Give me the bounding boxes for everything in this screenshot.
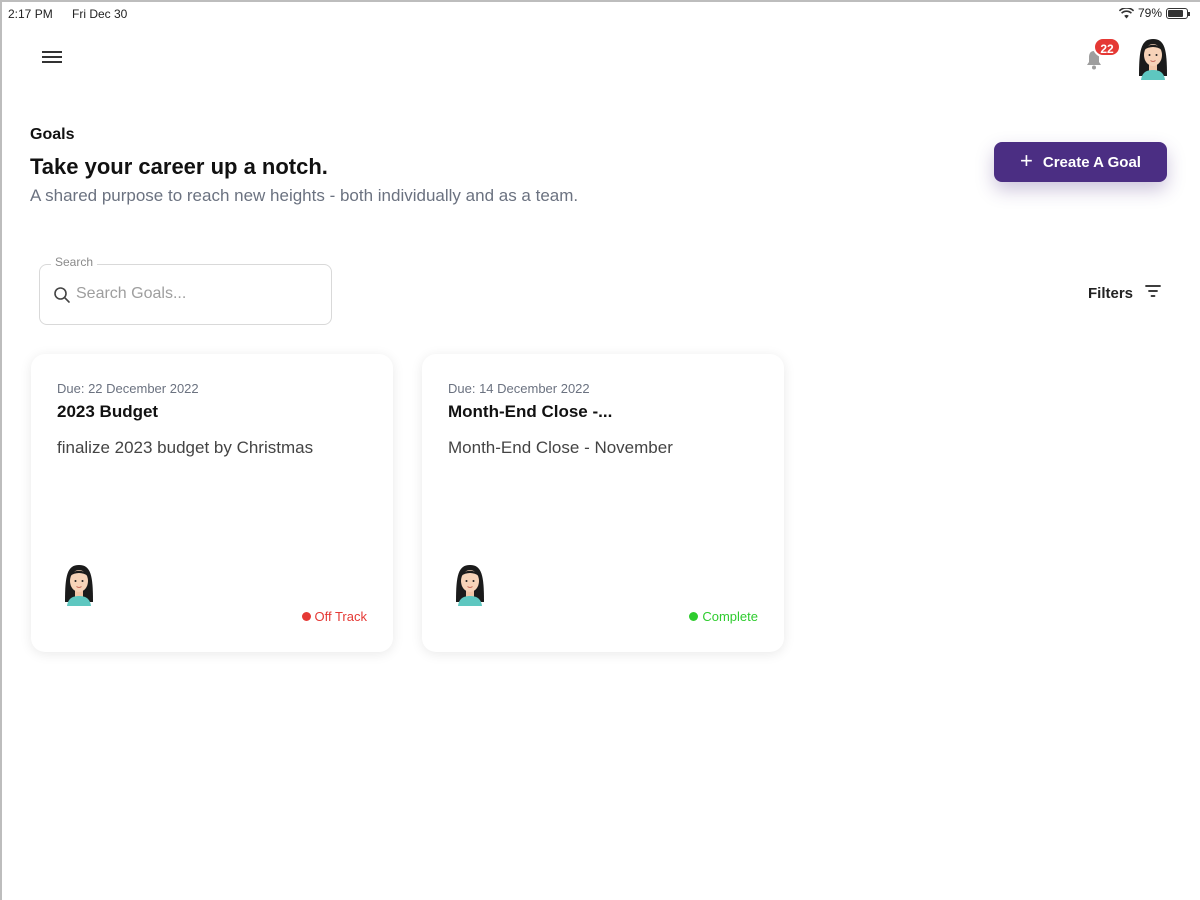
battery-percent: 79% <box>1137 6 1162 20</box>
filters-label: Filters <box>1088 284 1134 302</box>
goal-title: 2023 Budget <box>57 402 159 421</box>
status-time: 2:17 PM <box>8 7 53 21</box>
page-subtitle: A shared purpose to reach new heights - … <box>30 186 579 205</box>
plus-icon: + <box>1020 148 1033 173</box>
filter-icon <box>1145 284 1161 302</box>
goal-status: Complete <box>689 609 758 624</box>
goal-status: Off Track <box>301 609 368 624</box>
menu-line <box>42 61 62 63</box>
search-input[interactable] <box>76 280 316 308</box>
goal-description: Month-End Close - November <box>448 438 673 457</box>
goal-due-date: Due: 22 December 2022 <box>57 381 199 396</box>
filters-button[interactable]: Filters <box>1088 284 1161 302</box>
page-title: Take your career up a notch. <box>30 154 328 179</box>
page-label: Goals <box>30 126 75 143</box>
create-goal-button[interactable]: + Create A Goal <box>994 142 1167 182</box>
status-bar: 2:17 PM Fri Dec 30 79% <box>2 2 1200 26</box>
goal-due-date: Due: 14 December 2022 <box>448 381 590 396</box>
goal-status-label: Complete <box>702 609 758 624</box>
app-screen: 2:17 PM Fri Dec 30 79% 22 Goals Take you… <box>0 0 1200 900</box>
create-goal-label: Create A Goal <box>1042 153 1141 171</box>
goal-description: finalize 2023 budget by Christmas <box>57 438 314 457</box>
battery-icon <box>1166 7 1190 19</box>
status-right: 79% <box>1118 6 1190 20</box>
status-date: Fri Dec 30 <box>72 7 128 21</box>
goal-title: Month-End Close -... <box>448 402 613 421</box>
menu-icon[interactable] <box>40 48 64 68</box>
profile-avatar[interactable] <box>1135 36 1171 80</box>
goal-owner-avatar <box>61 561 97 607</box>
search-icon <box>53 286 71 309</box>
goal-owner-avatar <box>452 561 488 607</box>
search-legend: Search <box>51 255 98 269</box>
goal-status-label: Off Track <box>314 609 368 624</box>
status-dot-icon <box>689 612 699 621</box>
menu-line <box>42 51 62 53</box>
notification-badge[interactable]: 22 <box>1093 37 1121 57</box>
wifi-icon <box>1118 7 1134 19</box>
goal-card[interactable]: Due: 14 December 2022 Month-End Close -.… <box>422 354 784 652</box>
goal-card[interactable]: Due: 22 December 2022 2023 Budget finali… <box>31 354 393 652</box>
menu-line <box>42 56 62 58</box>
status-dot-icon <box>301 612 311 621</box>
